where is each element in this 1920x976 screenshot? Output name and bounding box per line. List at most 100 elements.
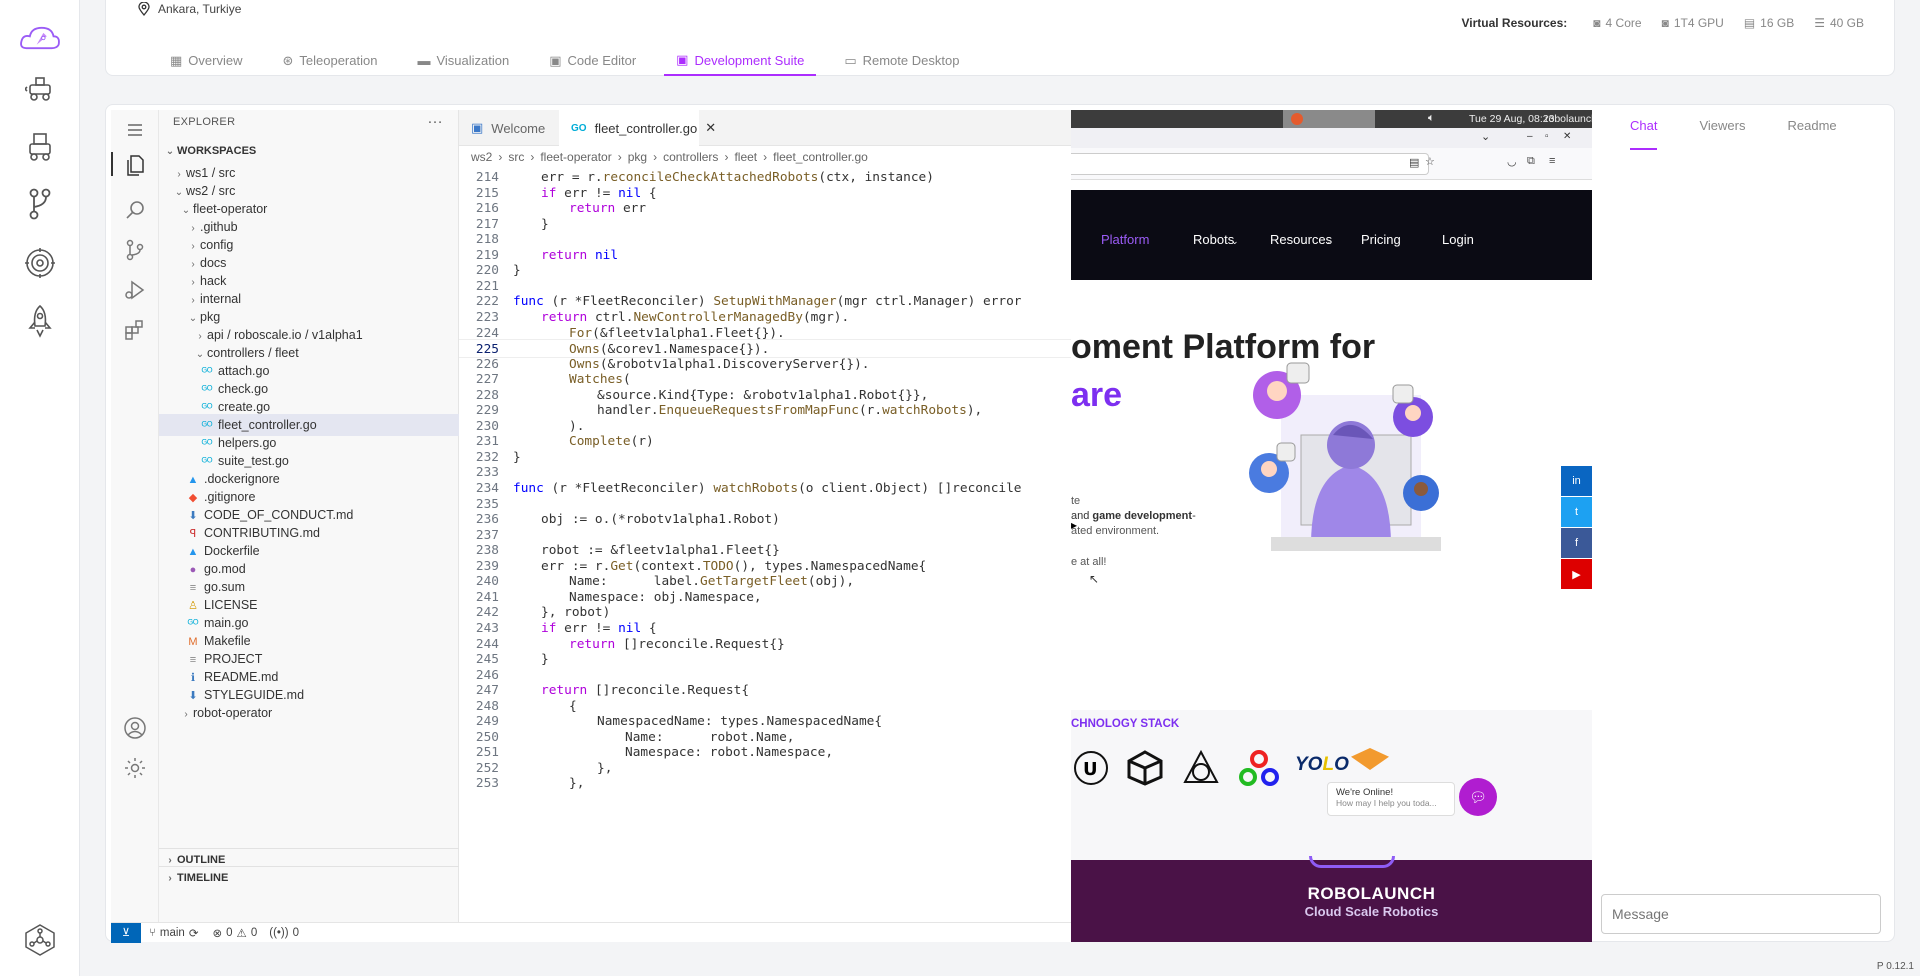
yolo-icon: YOLO xyxy=(1295,754,1349,775)
nav-login[interactable]: Login xyxy=(1442,232,1474,247)
chevron-down-icon[interactable]: ⌄ xyxy=(1481,130,1490,143)
git-branch-icon[interactable] xyxy=(18,182,62,226)
breadcrumb-item[interactable]: fleet-operator xyxy=(540,150,611,164)
tree-item-label: check.go xyxy=(218,382,269,396)
code-server: EXPLORER … ⌄ WORKSPACES › ws1 / src ⌄ ws2 / … xyxy=(111,110,1071,943)
tree-folder[interactable]: › robot-operator xyxy=(159,702,459,724)
warning-icon: ⚠ xyxy=(236,927,247,940)
git-branch-status[interactable]: ⑂ main ⟳ xyxy=(149,926,198,940)
breadcrumb-item[interactable]: ws2 xyxy=(471,150,492,164)
message-input[interactable] xyxy=(1601,894,1881,934)
breadcrumb-separator: › xyxy=(653,150,658,164)
more-actions-icon[interactable]: … xyxy=(427,110,443,128)
tree-item-label: hack xyxy=(200,274,227,288)
nav-pricing[interactable]: Pricing xyxy=(1361,232,1401,247)
unreal-icon: U xyxy=(1073,750,1109,786)
close-tab-icon[interactable]: ✕ xyxy=(705,120,716,136)
breadcrumb-item[interactable]: controllers xyxy=(663,150,718,164)
code-view[interactable]: 214 err = r.reconcileCheckAttachedRobots(… xyxy=(459,168,1071,922)
chat-bubble[interactable]: We're Online! How may I help you toda... xyxy=(1327,782,1455,816)
tree-item-label: PROJECT xyxy=(204,652,263,666)
minimize-icon[interactable]: – xyxy=(1527,131,1533,142)
breadcrumb: ws2 › src › fleet-operator › pkg › controllers › f… xyxy=(459,146,1071,168)
close-icon[interactable]: ✕ xyxy=(1563,131,1571,142)
tab-remote-desktop[interactable]: ▭ Remote Desktop xyxy=(832,46,972,76)
workspaces-section[interactable]: ⌄ WORKSPACES xyxy=(159,140,459,162)
maximize-icon[interactable]: ▫ xyxy=(1545,131,1549,142)
tree-item-path: / fleet xyxy=(264,346,299,360)
tab-development-suite[interactable]: ▣ Development Suite xyxy=(664,46,817,76)
tab-teleoperation[interactable]: ⊛ Teleoperation xyxy=(270,46,390,76)
hero-title-line2: are xyxy=(1071,376,1123,414)
breadcrumb-item[interactable]: fleet xyxy=(734,150,757,164)
remote-icon[interactable]: ⊻ xyxy=(111,922,141,943)
nav-resources[interactable]: Resources xyxy=(1270,232,1332,247)
resize-arrows-icon[interactable]: ◂▸ xyxy=(1071,518,1077,532)
problems-status[interactable]: ⊗ 0 ⚠ 0 xyxy=(212,926,257,940)
tree-item-label: config xyxy=(200,238,234,252)
svg-text:U: U xyxy=(1083,759,1098,780)
timeline-section[interactable]: › TIMELINE xyxy=(159,866,459,888)
chat-launcher-icon[interactable]: 💬︎ xyxy=(1459,778,1497,816)
nav-platform[interactable]: Platform xyxy=(1101,232,1149,247)
side-panel-tabs: Chat Viewers Readme xyxy=(1630,110,1879,150)
tree-item-label: docs xyxy=(200,256,227,270)
tab-welcome[interactable]: ▣ Welcome xyxy=(459,110,559,146)
extension-icon[interactable]: ⧉ xyxy=(1527,155,1535,168)
tab-code-editor[interactable]: ▣ Code Editor xyxy=(537,46,649,76)
breadcrumb-separator: › xyxy=(530,150,535,164)
robolaunch-logo[interactable] xyxy=(18,16,62,60)
reader-icon[interactable]: ▤ xyxy=(1409,156,1419,169)
tree-item-label: .dockerignore xyxy=(204,472,280,486)
banner-tagline: Cloud Scale Robotics xyxy=(1304,904,1439,919)
tree-item-label: go.sum xyxy=(204,580,245,594)
firefox-icon[interactable] xyxy=(1291,113,1303,125)
tree-item-path: / src xyxy=(208,166,236,180)
robot-fleet-icon[interactable] xyxy=(18,124,62,168)
tab-overview[interactable]: ▦ Overview xyxy=(158,46,255,76)
tab-viewers[interactable]: Viewers xyxy=(1699,110,1745,150)
account-icon[interactable] xyxy=(123,716,147,740)
url-bar[interactable] xyxy=(1071,153,1429,175)
bookmark-star-icon[interactable]: ☆ xyxy=(1425,155,1435,168)
disk-icon: ☰ xyxy=(1814,16,1825,30)
hero-illustration xyxy=(1241,355,1461,555)
main-tabs: ▦ Overview ⊛ Teleoperation ▬ Visualization … xyxy=(158,46,987,76)
browser-menu-icon[interactable]: ≡ xyxy=(1549,155,1555,167)
ports-status[interactable]: ((•)) 0 xyxy=(269,927,299,939)
nav-robots[interactable]: Robots xyxy=(1193,232,1234,247)
volume-icon[interactable]: 🔈︎ xyxy=(1428,112,1435,125)
pocket-icon[interactable]: ◡ xyxy=(1507,155,1517,168)
explorer-files-icon[interactable] xyxy=(111,152,159,176)
live-chat-widget[interactable]: We're Online! How may I help you toda...… xyxy=(1327,778,1589,852)
version-label: P 0.12.1 xyxy=(1876,961,1914,972)
go-file-icon: GO xyxy=(571,122,587,134)
breadcrumb-item[interactable]: src xyxy=(508,150,524,164)
robot-vehicle-icon[interactable] xyxy=(18,66,62,110)
tab-visualization[interactable]: ▬ Visualization xyxy=(405,46,522,76)
youtube-icon[interactable]: ▶ xyxy=(1561,559,1592,589)
desktop-icon: ▭ xyxy=(844,52,857,68)
code-line[interactable]: 253}, xyxy=(459,774,1071,793)
tree-item-label: LICENSE xyxy=(204,598,258,612)
twitter-icon[interactable]: t xyxy=(1561,497,1592,527)
facebook-icon[interactable]: f xyxy=(1561,528,1592,558)
tab-readme[interactable]: Readme xyxy=(1787,110,1836,150)
remote-desktop-view[interactable]: 🔈︎ Tue 29 Aug, 08:23 robolaunch ⌄ – ▫ ✕ … xyxy=(1071,110,1592,942)
tab-fleet-controller[interactable]: GO fleet_controller.go ✕ xyxy=(559,110,716,146)
breadcrumb-item[interactable]: fleet_controller.go xyxy=(773,150,868,164)
settings-gear-icon[interactable] xyxy=(123,756,147,780)
menu-icon[interactable] xyxy=(123,118,147,142)
breadcrumb-item[interactable]: pkg xyxy=(628,150,647,164)
run-debug-icon[interactable] xyxy=(123,278,147,302)
search-icon[interactable] xyxy=(123,198,147,222)
rocket-icon[interactable] xyxy=(18,299,62,343)
tab-chat[interactable]: Chat xyxy=(1630,110,1658,150)
target-icon[interactable] xyxy=(18,241,62,285)
org-network-icon[interactable] xyxy=(18,918,62,962)
tree-item-label: .gitignore xyxy=(204,490,256,504)
extensions-icon[interactable] xyxy=(123,318,147,342)
tree-item-label: ws2 xyxy=(186,184,209,198)
linkedin-icon[interactable]: in xyxy=(1561,466,1592,496)
source-control-icon[interactable] xyxy=(123,238,147,262)
